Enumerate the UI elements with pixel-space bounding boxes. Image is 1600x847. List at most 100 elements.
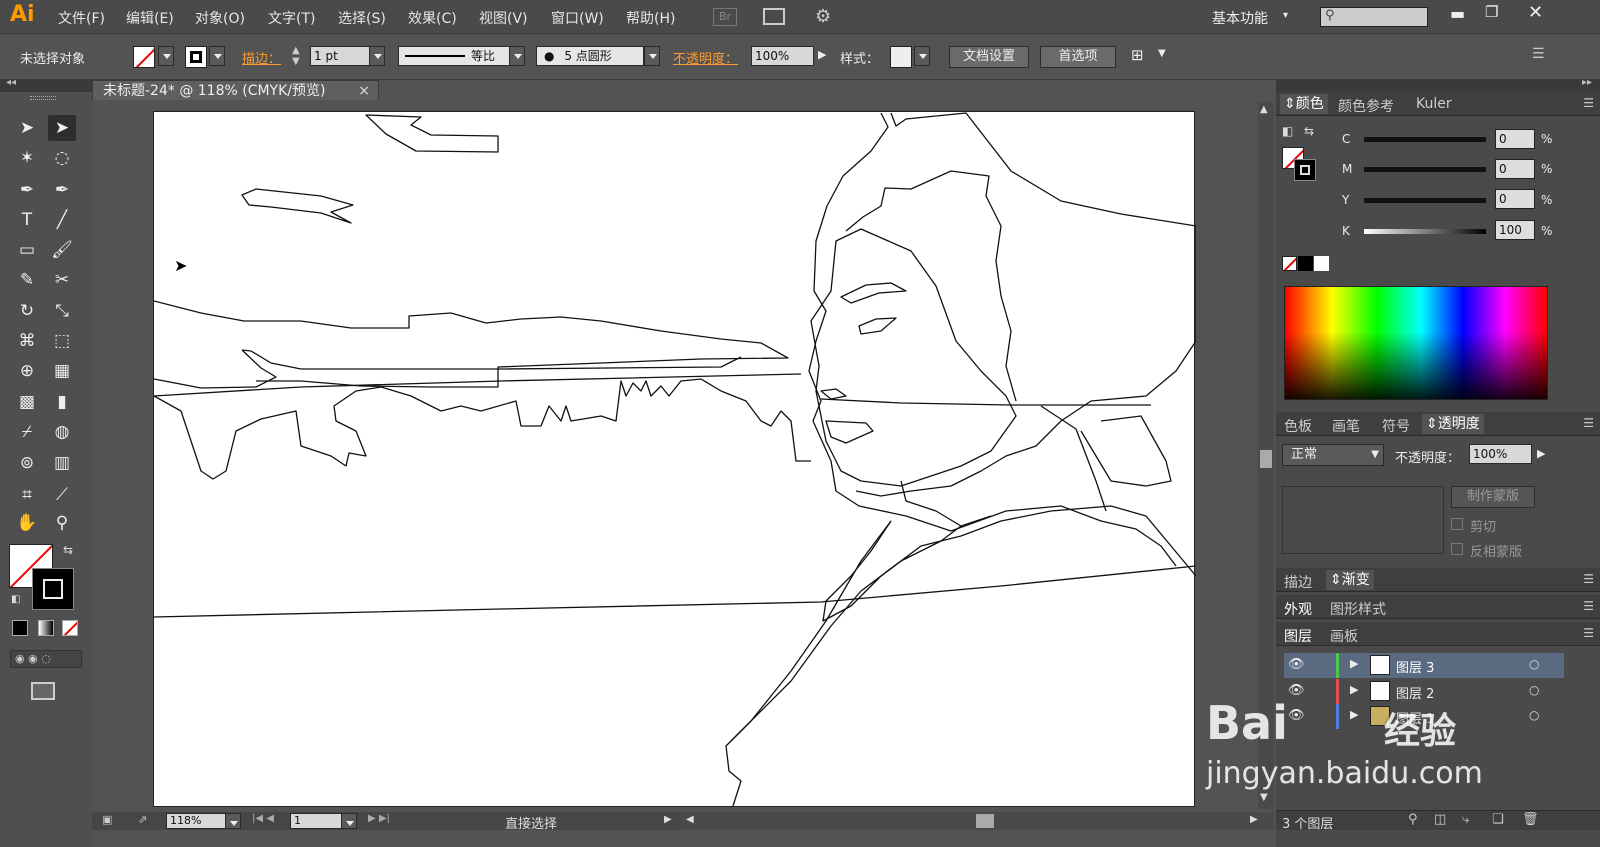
expand-triangle-icon[interactable]: ▶ xyxy=(1350,657,1358,670)
stroke-dropdown[interactable] xyxy=(209,46,225,66)
tab-brushes[interactable]: 画笔 xyxy=(1332,416,1360,436)
stroke-weight-dropdown[interactable] xyxy=(369,46,385,66)
color-mode-icon[interactable] xyxy=(12,620,28,636)
tab-transparency[interactable]: ⇕透明度 xyxy=(1422,414,1484,434)
perspective-grid-tool-icon[interactable]: ▦ xyxy=(48,358,76,384)
stroke-weight-stepper[interactable]: ▲ ▼ xyxy=(292,45,300,67)
status-menu-icon[interactable]: ▶ xyxy=(664,814,672,825)
panel-menu-icon[interactable]: ☰ xyxy=(1583,96,1594,110)
trash-icon[interactable]: 🗑 xyxy=(1522,812,1539,827)
black-value[interactable]: 100 xyxy=(1495,220,1535,240)
selection-tool-icon[interactable]: ➤ xyxy=(13,115,41,141)
slice-tool-icon[interactable]: ⟋ xyxy=(48,482,76,508)
pencil-tool-icon[interactable]: ✎ xyxy=(13,267,41,293)
sync-icon[interactable]: ⚙ xyxy=(815,6,831,27)
artboard-dropdown[interactable] xyxy=(341,813,357,829)
arrange-documents-icon[interactable] xyxy=(763,8,785,25)
default-colors-icon[interactable]: ◧ xyxy=(1282,124,1293,138)
restore-button[interactable]: ❐ xyxy=(1485,3,1498,21)
target-icon[interactable]: ○ xyxy=(1529,683,1539,697)
mesh-tool-icon[interactable]: ▩ xyxy=(13,389,41,415)
eye-icon[interactable]: 👁 xyxy=(1288,657,1305,672)
fill-dropdown[interactable] xyxy=(158,46,174,66)
scissors-tool-icon[interactable]: ✂ xyxy=(48,267,76,293)
chevron-down-icon[interactable]: ▼ xyxy=(1158,48,1166,59)
tab-stroke[interactable]: 描边 xyxy=(1284,572,1312,592)
black-swatch[interactable] xyxy=(1298,256,1313,271)
rotate-tool-icon[interactable]: ↻ xyxy=(13,298,41,324)
tab-color-guide[interactable]: 颜色参考 xyxy=(1338,96,1394,116)
shape-builder-tool-icon[interactable]: ⊕ xyxy=(13,358,41,384)
tab-appearance[interactable]: 外观 xyxy=(1284,599,1312,619)
menu-file[interactable]: 文件(F) xyxy=(58,8,105,28)
type-tool-icon[interactable]: T xyxy=(13,207,41,233)
clip-checkbox[interactable] xyxy=(1451,518,1463,530)
tab-graphic-styles[interactable]: 图形样式 xyxy=(1330,599,1386,619)
zoom-tool-icon[interactable]: ⚲ xyxy=(48,510,76,536)
menu-type[interactable]: 文字(T) xyxy=(268,8,315,28)
variable-width-profile[interactable]: 等比 xyxy=(398,46,510,66)
opacity-arrow-icon[interactable]: ▶ xyxy=(818,48,826,61)
tab-swatches[interactable]: 色板 xyxy=(1284,416,1312,436)
paintbrush-tool-icon[interactable]: 🖌 xyxy=(48,237,76,263)
panel-menu-icon[interactable]: ☰ xyxy=(1583,572,1594,586)
scale-tool-icon[interactable]: ⤡ xyxy=(48,298,76,324)
rectangle-tool-icon[interactable]: ▭ xyxy=(13,237,41,263)
blend-mode-select[interactable]: 正常 ▼ xyxy=(1282,444,1384,466)
align-icon[interactable]: ⊞ xyxy=(1131,46,1144,64)
tab-kuler[interactable]: Kuler xyxy=(1416,96,1452,112)
menu-window[interactable]: 窗口(W) xyxy=(551,8,604,28)
artboard-number-field[interactable]: 1 xyxy=(290,813,342,829)
minimize-button[interactable]: ▬ xyxy=(1450,4,1465,23)
panel-menu-icon[interactable]: ☰ xyxy=(1583,599,1594,613)
brush-dropdown[interactable] xyxy=(644,46,660,66)
curvature-pen-icon[interactable]: ✒ xyxy=(48,177,76,203)
panel-menu-icon[interactable]: ☰ xyxy=(1583,416,1594,430)
lasso-tool-icon[interactable]: ◌ xyxy=(48,145,76,171)
gradient-tool-icon[interactable]: ▮ xyxy=(48,389,76,415)
style-swatch[interactable] xyxy=(890,46,912,68)
blend-tool-icon[interactable]: ◍ xyxy=(48,419,76,445)
target-icon[interactable]: ○ xyxy=(1529,657,1539,671)
menu-view[interactable]: 视图(V) xyxy=(479,8,528,28)
stroke-weight-field[interactable]: 1 pt xyxy=(310,46,370,66)
invert-mask-checkbox[interactable] xyxy=(1451,543,1463,555)
menu-edit[interactable]: 编辑(E) xyxy=(126,8,174,28)
tab-symbols[interactable]: 符号 xyxy=(1382,416,1410,436)
expand-triangle-icon[interactable]: ▶ xyxy=(1350,683,1358,696)
swap-colors-icon[interactable]: ⇆ xyxy=(1304,124,1314,138)
menu-object[interactable]: 对象(O) xyxy=(195,8,245,28)
tab-layers[interactable]: 图层 xyxy=(1284,626,1312,646)
cyan-slider[interactable] xyxy=(1364,137,1486,142)
zoom-field[interactable]: 118% xyxy=(166,813,226,829)
close-tab-icon[interactable]: × xyxy=(358,81,370,101)
swap-colors-icon[interactable]: ⇆ xyxy=(63,543,73,557)
opacity-field[interactable]: 100% xyxy=(751,46,814,66)
magenta-slider[interactable] xyxy=(1364,167,1486,172)
fill-swatch[interactable] xyxy=(133,46,155,68)
pen-tool-icon[interactable]: ✒ xyxy=(13,177,41,203)
yellow-slider[interactable] xyxy=(1364,198,1486,203)
none-swatch[interactable] xyxy=(1282,256,1297,271)
column-graph-tool-icon[interactable]: ▥ xyxy=(48,450,76,476)
document-tab[interactable]: 未标题-24* @ 118% (CMYK/预览) × xyxy=(92,80,379,102)
stroke-swatch[interactable] xyxy=(185,46,207,68)
transparency-opacity-field[interactable]: 100% xyxy=(1469,444,1532,464)
first-artboard-icon[interactable]: |◀ ◀ xyxy=(252,813,274,824)
tab-artboards[interactable]: 画板 xyxy=(1330,626,1358,646)
gradient-mode-icon[interactable] xyxy=(38,620,54,636)
layer-name[interactable]: 图层 3 xyxy=(1396,657,1434,676)
free-transform-tool-icon[interactable]: ⬚ xyxy=(48,328,76,354)
stroke-label[interactable]: 描边： xyxy=(242,48,281,67)
symbol-sprayer-tool-icon[interactable]: ⊚ xyxy=(13,450,41,476)
artboard[interactable] xyxy=(153,111,1196,807)
line-tool-icon[interactable]: ╱ xyxy=(48,207,76,233)
opacity-label[interactable]: 不透明度： xyxy=(673,48,738,67)
cyan-value[interactable]: 0 xyxy=(1495,129,1535,149)
style-dropdown[interactable] xyxy=(914,46,930,66)
opacity-arrow-icon[interactable]: ▶ xyxy=(1537,447,1545,460)
width-tool-icon[interactable]: ⌘ xyxy=(13,328,41,354)
none-mode-icon[interactable] xyxy=(62,620,78,636)
profile-dropdown[interactable] xyxy=(509,46,525,66)
next-artboard-icon[interactable]: ▶ ▶| xyxy=(368,813,390,824)
